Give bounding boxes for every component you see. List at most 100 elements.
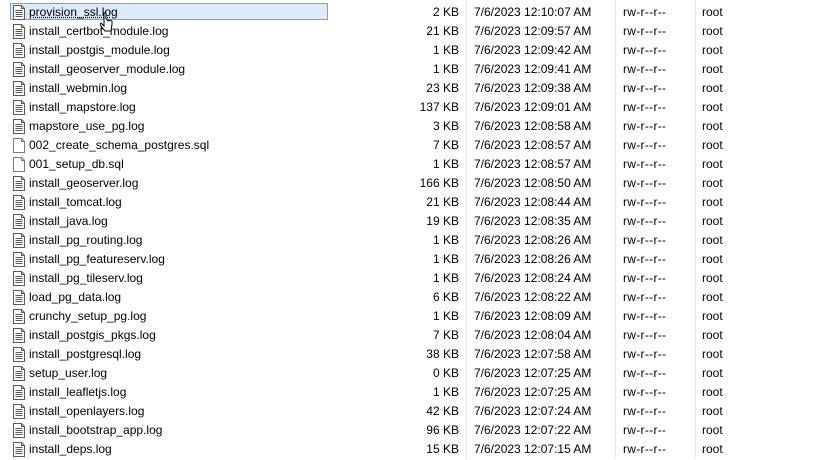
file-name[interactable]: mapstore_use_pg.log	[29, 119, 144, 134]
file-name[interactable]: install_java.log	[29, 214, 108, 229]
file-permissions: rw-r--r--	[623, 138, 667, 152]
text-file-icon	[13, 366, 25, 381]
file-row[interactable]: load_pg_data.log 6 KB 7/6/2023 12:08:22 AM…	[0, 288, 839, 307]
text-file-icon	[13, 5, 25, 20]
text-file-icon	[13, 271, 25, 286]
file-row[interactable]: 002_create_schema_postgres.sql 7 KB 7/6/20…	[0, 136, 839, 155]
file-name[interactable]: install_bootstrap_app.log	[29, 423, 162, 438]
file-name[interactable]: install_geoserver.log	[29, 176, 138, 191]
file-owner: root	[702, 442, 723, 456]
file-name[interactable]: install_postgis_pkgs.log	[29, 328, 156, 343]
file-modified-date: 7/6/2023 12:08:57 AM	[474, 138, 592, 152]
file-row[interactable]: setup_user.log 0 KB 7/6/2023 12:07:25 AM rw…	[0, 364, 839, 383]
text-file-icon	[13, 81, 25, 96]
file-owner: root	[702, 404, 723, 418]
file-owner: root	[702, 423, 723, 437]
file-row[interactable]: install_pg_tileserv.log 1 KB 7/6/2023 12:0…	[0, 269, 839, 288]
file-row[interactable]: install_postgis_module.log 1 KB 7/6/2023 1…	[0, 41, 839, 60]
file-modified-date: 7/6/2023 12:09:01 AM	[474, 100, 592, 114]
file-row[interactable]: 001_setup_db.sql 1 KB 7/6/2023 12:08:57 AM…	[0, 155, 839, 174]
file-owner: root	[702, 195, 723, 209]
file-permissions: rw-r--r--	[623, 176, 667, 190]
file-row[interactable]: install_pg_featureserv.log 1 KB 7/6/2023 1…	[0, 250, 839, 269]
file-row[interactable]: install_java.log 19 KB 7/6/2023 12:08:35 A…	[0, 212, 839, 231]
file-size: 137 KB	[419, 100, 459, 114]
text-file-icon	[13, 24, 25, 39]
file-permissions: rw-r--r--	[623, 366, 667, 380]
file-row[interactable]: install_certbot_module.log 21 KB 7/6/2023 …	[0, 22, 839, 41]
file-permissions: rw-r--r--	[623, 442, 667, 456]
file-modified-date: 7/6/2023 12:07:25 AM	[474, 366, 592, 380]
file-name[interactable]: crunchy_setup_pg.log	[29, 309, 146, 324]
file-row[interactable]: mapstore_use_pg.log 3 KB 7/6/2023 12:08:58…	[0, 117, 839, 136]
file-modified-date: 7/6/2023 12:08:22 AM	[474, 290, 592, 304]
file-owner: root	[702, 328, 723, 342]
file-modified-date: 7/6/2023 12:08:26 AM	[474, 252, 592, 266]
file-name[interactable]: install_leafletjs.log	[29, 385, 126, 400]
file-name[interactable]: install_deps.log	[29, 442, 112, 457]
file-modified-date: 7/6/2023 12:07:24 AM	[474, 404, 592, 418]
file-row[interactable]: install_geoserver.log 166 KB 7/6/2023 12:0…	[0, 174, 839, 193]
file-name[interactable]: install_pg_routing.log	[29, 233, 142, 248]
file-owner: root	[702, 100, 723, 114]
file-modified-date: 7/6/2023 12:08:24 AM	[474, 271, 592, 285]
file-row[interactable]: crunchy_setup_pg.log 1 KB 7/6/2023 12:08:0…	[0, 307, 839, 326]
file-name[interactable]: load_pg_data.log	[29, 290, 121, 305]
file-row[interactable]: install_leafletjs.log 1 KB 7/6/2023 12:07:…	[0, 383, 839, 402]
text-file-icon	[13, 404, 25, 419]
file-name[interactable]: install_certbot_module.log	[29, 24, 168, 39]
file-permissions: rw-r--r--	[623, 328, 667, 342]
file-modified-date: 7/6/2023 12:09:57 AM	[474, 24, 592, 38]
file-name[interactable]: 002_create_schema_postgres.sql	[29, 138, 209, 153]
file-size: 23 KB	[426, 81, 459, 95]
file-name[interactable]: install_webmin.log	[29, 81, 127, 96]
file-modified-date: 7/6/2023 12:09:42 AM	[474, 43, 592, 57]
file-row[interactable]: install_webmin.log 23 KB 7/6/2023 12:09:38…	[0, 79, 839, 98]
file-permissions: rw-r--r--	[623, 5, 667, 19]
file-permissions: rw-r--r--	[623, 24, 667, 38]
file-permissions: rw-r--r--	[623, 81, 667, 95]
file-name[interactable]: install_pg_featureserv.log	[29, 252, 165, 267]
file-permissions: rw-r--r--	[623, 290, 667, 304]
file-name[interactable]: install_mapstore.log	[29, 100, 136, 115]
file-permissions: rw-r--r--	[623, 214, 667, 228]
file-row[interactable]: provision_ssl.log 2 KB 7/6/2023 12:10:07 A…	[0, 3, 839, 22]
file-row[interactable]: install_mapstore.log 137 KB 7/6/2023 12:09…	[0, 98, 839, 117]
file-row[interactable]: install_postgis_pkgs.log 7 KB 7/6/2023 12:…	[0, 326, 839, 345]
text-file-icon	[13, 347, 25, 362]
file-owner: root	[702, 347, 723, 361]
file-size: 1 KB	[432, 62, 459, 76]
file-owner: root	[702, 43, 723, 57]
text-file-icon	[13, 252, 25, 267]
file-modified-date: 7/6/2023 12:07:25 AM	[474, 385, 592, 399]
file-row[interactable]: install_bootstrap_app.log 96 KB 7/6/2023 1…	[0, 421, 839, 440]
file-modified-date: 7/6/2023 12:08:04 AM	[474, 328, 592, 342]
file-row[interactable]: install_tomcat.log 21 KB 7/6/2023 12:08:44…	[0, 193, 839, 212]
file-permissions: rw-r--r--	[623, 347, 667, 361]
file-owner: root	[702, 24, 723, 38]
file-name[interactable]: install_postgresql.log	[29, 347, 141, 362]
file-permissions: rw-r--r--	[623, 100, 667, 114]
file-modified-date: 7/6/2023 12:08:57 AM	[474, 157, 592, 171]
file-row[interactable]: install_geoserver_module.log 1 KB 7/6/2023…	[0, 60, 839, 79]
file-owner: root	[702, 214, 723, 228]
file-name[interactable]: install_geoserver_module.log	[29, 62, 185, 77]
file-owner: root	[702, 252, 723, 266]
file-owner: root	[702, 62, 723, 76]
file-row[interactable]: install_deps.log 15 KB 7/6/2023 12:07:15 A…	[0, 440, 839, 459]
file-name[interactable]: install_openlayers.log	[29, 404, 144, 419]
file-owner: root	[702, 5, 723, 19]
file-row[interactable]: install_openlayers.log 42 KB 7/6/2023 12:0…	[0, 402, 839, 421]
file-size: 166 KB	[419, 176, 459, 190]
file-name[interactable]: install_tomcat.log	[29, 195, 122, 210]
file-name[interactable]: provision_ssl.log	[29, 5, 118, 20]
file-name[interactable]: 001_setup_db.sql	[29, 157, 124, 172]
file-row[interactable]: install_pg_routing.log 1 KB 7/6/2023 12:08…	[0, 231, 839, 250]
file-permissions: rw-r--r--	[623, 252, 667, 266]
file-permissions: rw-r--r--	[623, 119, 667, 133]
file-name[interactable]: install_pg_tileserv.log	[29, 271, 143, 286]
file-row[interactable]: install_postgresql.log 38 KB 7/6/2023 12:0…	[0, 345, 839, 364]
file-modified-date: 7/6/2023 12:08:26 AM	[474, 233, 592, 247]
file-name[interactable]: install_postgis_module.log	[29, 43, 170, 58]
file-name[interactable]: setup_user.log	[29, 366, 107, 381]
